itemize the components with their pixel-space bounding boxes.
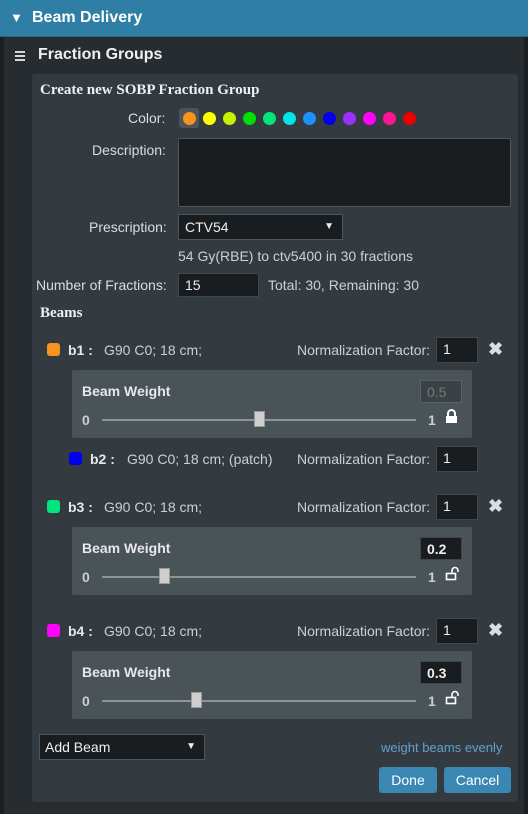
remove-beam-icon[interactable]: ✖ [488, 620, 503, 641]
normalization-input[interactable]: 1 [436, 337, 478, 363]
remove-beam-icon[interactable]: ✖ [488, 339, 503, 360]
collapse-triangle-icon[interactable]: ▼ [10, 10, 23, 25]
normalization-label: Normalization Factor: [297, 499, 431, 515]
beam-color-dot [47, 624, 60, 637]
color-swatch[interactable] [223, 112, 236, 125]
beam-delivery-header[interactable]: ▼ Beam Delivery [0, 0, 528, 37]
beam-weight-input[interactable]: 0.2 [420, 537, 462, 560]
beam-color-dot [47, 343, 60, 356]
menu-icon[interactable] [15, 51, 25, 63]
slider-thumb[interactable] [253, 411, 265, 427]
slider-thumb[interactable] [190, 692, 202, 708]
beam-weight-box [72, 370, 472, 438]
normalization-label: Normalization Factor: [297, 451, 431, 467]
color-swatch[interactable] [383, 112, 396, 125]
beam-weight-input[interactable]: 0.5 [420, 380, 462, 403]
normalization-label: Normalization Factor: [297, 342, 431, 358]
color-swatch[interactable] [343, 112, 356, 125]
color-label: Color: [128, 110, 166, 126]
beam-description: G90 C0; 18 cm; [104, 623, 203, 639]
normalization-label: Normalization Factor: [297, 623, 431, 639]
prescription-label: Prescription: [89, 219, 167, 235]
normalization-input[interactable]: 1 [436, 618, 478, 644]
beam-id: b2 : [90, 451, 115, 467]
beam-id: b4 : [68, 623, 93, 639]
color-swatch[interactable] [263, 112, 276, 125]
beam-id: b1 : [68, 342, 93, 358]
beam-weight-title: Beam Weight [82, 383, 171, 399]
description-textarea[interactable] [178, 138, 511, 207]
done-button[interactable]: Done [379, 767, 437, 793]
beam-weight-title: Beam Weight [82, 540, 171, 556]
color-swatch[interactable] [323, 112, 336, 125]
beam-description: G90 C0; 18 cm; (patch) [127, 451, 273, 467]
beams-title: Beams [40, 305, 83, 321]
section-title: Beam Delivery [32, 9, 143, 26]
beam-weight-box [72, 527, 472, 595]
slider-track[interactable] [102, 576, 416, 578]
slider-min: 0 [82, 412, 90, 428]
fraction-groups-title: Fraction Groups [38, 46, 163, 63]
prescription-value: CTV54 [185, 219, 229, 235]
slider-max: 1 [428, 412, 436, 428]
color-swatch[interactable] [363, 112, 376, 125]
color-swatch[interactable] [303, 112, 316, 125]
beam-description: G90 C0; 18 cm; [104, 499, 203, 515]
create-form-title: Create new SOBP Fraction Group [40, 82, 260, 98]
remove-beam-icon[interactable]: ✖ [488, 496, 503, 517]
beam-description: G90 C0; 18 cm; [104, 342, 203, 358]
beam-weight-input[interactable]: 0.3 [420, 661, 462, 684]
description-label: Description: [92, 142, 166, 158]
chevron-down-icon: ▼ [324, 221, 334, 232]
beam-color-dot [47, 500, 60, 513]
slider-min: 0 [82, 693, 90, 709]
color-swatch[interactable] [183, 112, 196, 125]
slider-max: 1 [428, 693, 436, 709]
chevron-down-icon: ▼ [186, 741, 196, 752]
unlock-icon[interactable] [445, 690, 460, 710]
slider-max: 1 [428, 569, 436, 585]
color-swatch[interactable] [403, 112, 416, 125]
color-swatch[interactable] [283, 112, 296, 125]
beam-weight-title: Beam Weight [82, 664, 171, 680]
lock-icon[interactable] [445, 409, 458, 429]
beam-weight-box [72, 651, 472, 719]
cancel-button[interactable]: Cancel [444, 767, 511, 793]
slider-min: 0 [82, 569, 90, 585]
fractions-input[interactable]: 15 [178, 273, 259, 297]
fractions-total: Total: 30, Remaining: 30 [268, 277, 419, 293]
beam-id: b3 : [68, 499, 93, 515]
slider-track[interactable] [102, 700, 416, 702]
unlock-icon[interactable] [445, 566, 460, 586]
add-beam-label: Add Beam [45, 739, 111, 755]
slider-thumb[interactable] [159, 568, 171, 584]
color-swatch[interactable] [203, 112, 216, 125]
add-beam-select[interactable]: Add Beam ▼ [39, 734, 205, 760]
color-swatch[interactable] [243, 112, 256, 125]
normalization-input[interactable]: 1 [436, 446, 478, 472]
prescription-select[interactable]: CTV54 ▼ [178, 214, 343, 240]
prescription-detail: 54 Gy(RBE) to ctv5400 in 30 fractions [178, 248, 413, 264]
fractions-label: Number of Fractions: [36, 277, 167, 293]
normalization-input[interactable]: 1 [436, 494, 478, 520]
weight-beams-evenly-link[interactable]: weight beams evenly [381, 740, 502, 755]
beam-color-dot [69, 452, 82, 465]
